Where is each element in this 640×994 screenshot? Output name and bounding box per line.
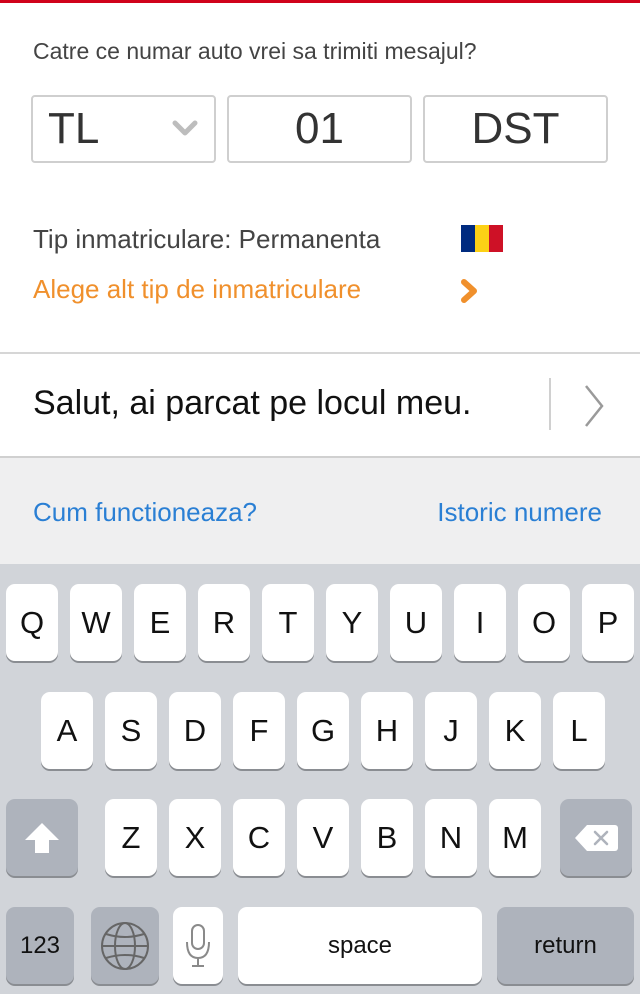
key-t[interactable]: T: [262, 584, 314, 661]
county-value: TL: [48, 104, 100, 153]
plate-letters-input[interactable]: DST: [423, 95, 608, 163]
key-j[interactable]: J: [425, 692, 477, 769]
space-key[interactable]: space: [238, 907, 482, 984]
key-r[interactable]: R: [198, 584, 250, 661]
message-row[interactable]: Salut, ai parcat pe locul meu.: [0, 354, 640, 456]
send-chevron-icon[interactable]: [582, 384, 606, 428]
key-q[interactable]: Q: [6, 584, 58, 661]
history-link[interactable]: Istoric numere: [437, 497, 602, 528]
globe-icon: [101, 921, 149, 970]
county-select[interactable]: TL: [31, 95, 216, 163]
key-b[interactable]: B: [361, 799, 413, 876]
globe-key[interactable]: [91, 907, 159, 984]
return-key[interactable]: return: [497, 907, 634, 984]
chevron-right-icon[interactable]: [458, 278, 482, 304]
backspace-icon: [575, 824, 618, 851]
key-h[interactable]: H: [361, 692, 413, 769]
key-w[interactable]: W: [70, 584, 122, 661]
shift-arrow-icon: [25, 822, 59, 853]
key-d[interactable]: D: [169, 692, 221, 769]
key-s[interactable]: S: [105, 692, 157, 769]
key-p[interactable]: P: [582, 584, 634, 661]
key-k[interactable]: K: [489, 692, 541, 769]
romania-flag-icon: [461, 225, 503, 252]
key-i[interactable]: I: [454, 584, 506, 661]
how-it-works-link[interactable]: Cum functioneaza?: [33, 497, 257, 528]
message-separator: [549, 378, 551, 430]
top-accent-bar: [0, 0, 640, 3]
key-a[interactable]: A: [41, 692, 93, 769]
chevron-down-icon: [172, 120, 198, 136]
shift-key[interactable]: [6, 799, 78, 876]
key-x[interactable]: X: [169, 799, 221, 876]
key-z[interactable]: Z: [105, 799, 157, 876]
key-u[interactable]: U: [390, 584, 442, 661]
plate-number-input[interactable]: 01: [227, 95, 412, 163]
numbers-key[interactable]: 123: [6, 907, 74, 984]
message-text[interactable]: Salut, ai parcat pe locul meu.: [33, 384, 471, 423]
key-v[interactable]: V: [297, 799, 349, 876]
key-e[interactable]: E: [134, 584, 186, 661]
key-y[interactable]: Y: [326, 584, 378, 661]
key-f[interactable]: F: [233, 692, 285, 769]
keyboard: Q W E R T Y U I O P A S D F G H J K L Z …: [0, 564, 640, 994]
key-l[interactable]: L: [553, 692, 605, 769]
key-n[interactable]: N: [425, 799, 477, 876]
plate-prompt: Catre ce numar auto vrei sa trimiti mesa…: [33, 38, 477, 64]
microphone-icon: [186, 923, 210, 967]
key-g[interactable]: G: [297, 692, 349, 769]
key-o[interactable]: O: [518, 584, 570, 661]
microphone-key[interactable]: [173, 907, 223, 984]
change-registration-type-link[interactable]: Alege alt tip de inmatriculare: [33, 274, 361, 305]
links-bar: Cum functioneaza? Istoric numere: [0, 458, 640, 564]
plate-letters-value: DST: [471, 104, 560, 153]
plate-number-value: 01: [295, 104, 344, 153]
backspace-key[interactable]: [560, 799, 632, 876]
key-m[interactable]: M: [489, 799, 541, 876]
registration-type-label: Tip inmatriculare: Permanenta: [33, 224, 381, 254]
key-c[interactable]: C: [233, 799, 285, 876]
